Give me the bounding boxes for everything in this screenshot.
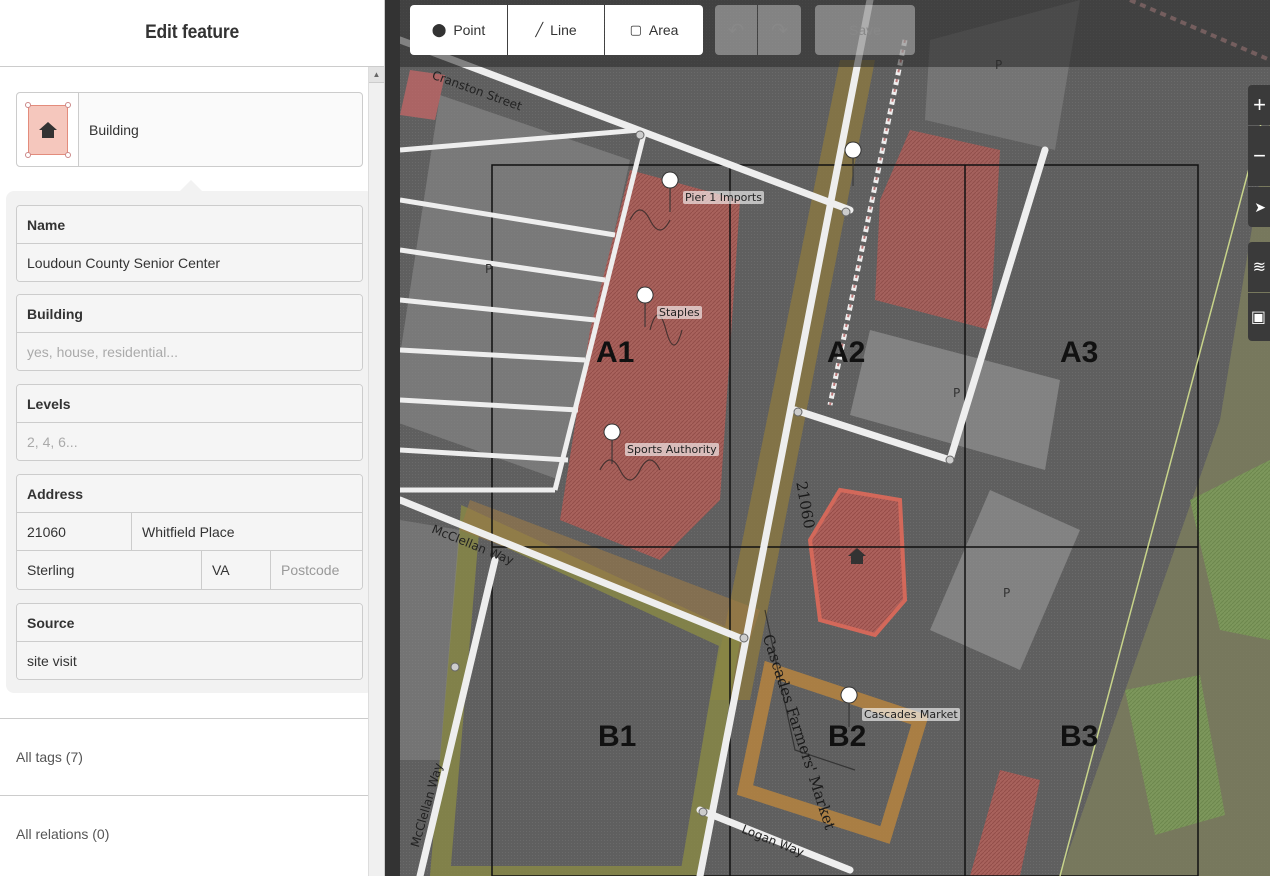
source-label: Source	[17, 604, 362, 642]
name-field: Name Loudoun County Senior Center	[16, 205, 363, 282]
house-icon	[38, 121, 57, 138]
fields-panel: Name Loudoun County Senior Center Buildi…	[6, 191, 374, 693]
poi-label[interactable]: Sports Authority	[625, 443, 719, 456]
preset-label: Building	[89, 121, 139, 138]
housenumber-input[interactable]: 21060	[17, 513, 132, 550]
grid-label-b1: B1	[598, 720, 637, 753]
levels-input[interactable]: 2, 4, 6...	[17, 423, 362, 460]
building-input[interactable]: yes, house, residential...	[17, 333, 362, 370]
parking-icon: P	[953, 386, 961, 400]
point-icon: ⬤	[431, 22, 447, 37]
page-title: Edit feature	[145, 22, 239, 43]
top-toolbar: ⬤ Point ╱ Line ▢ Area ↶ ↷ Save	[400, 0, 1270, 67]
grid-label-a1: A1	[596, 336, 635, 369]
levels-field: Levels 2, 4, 6...	[16, 384, 363, 461]
grid-label-b3: B3	[1060, 720, 1099, 753]
all-tags-toggle[interactable]: All tags (7)	[0, 718, 384, 795]
area-icon: ▢	[629, 22, 642, 37]
fields-caret	[180, 180, 202, 191]
map-canvas[interactable]: A1 A2 A3 B1 B2 B3 Pier 1 Imports Staples…	[400, 0, 1270, 876]
area-label: Area	[648, 22, 679, 38]
save-label: Save	[849, 22, 881, 38]
add-point-button[interactable]: ⬤ Point	[410, 5, 507, 55]
building-area-icon	[24, 101, 71, 158]
building-label: Building	[17, 295, 362, 333]
add-area-button[interactable]: ▢ Area	[605, 5, 703, 55]
preset-icon-box	[17, 93, 79, 166]
sidebar-scrollbar[interactable]: ▲	[368, 67, 384, 876]
line-label: Line	[550, 22, 577, 38]
sidebar-header: Edit feature	[0, 0, 384, 67]
grid-label-a2: A2	[827, 336, 866, 369]
parking-icon: P	[485, 262, 493, 276]
preset-button[interactable]: Building	[16, 92, 363, 167]
redo-button[interactable]: ↷	[758, 5, 801, 55]
undo-button[interactable]: ↶	[715, 5, 757, 55]
zoom-in-button[interactable]: +	[1248, 85, 1270, 125]
undo-icon: ↶	[727, 19, 745, 42]
poi-label[interactable]: Cascades Market	[862, 708, 960, 721]
line-icon: ╱	[535, 22, 544, 37]
map-data-button[interactable]: ▣	[1248, 293, 1270, 341]
scroll-up-icon[interactable]: ▲	[369, 67, 384, 83]
add-line-button[interactable]: ╱ Line	[508, 5, 604, 55]
grid-label-b2: B2	[828, 720, 867, 753]
geolocate-button[interactable]: ➤	[1248, 187, 1270, 227]
address-field: Address 21060 Whitfield Place Sterling V…	[16, 474, 363, 590]
zoom-out-button[interactable]: −	[1248, 126, 1270, 186]
grid-label-a3: A3	[1060, 336, 1099, 369]
poi-label[interactable]: Pier 1 Imports	[683, 191, 764, 204]
all-relations-toggle[interactable]: All relations (0)	[0, 795, 384, 872]
levels-label: Levels	[17, 385, 362, 423]
address-label: Address	[17, 475, 362, 513]
city-input[interactable]: Sterling	[17, 551, 202, 589]
point-label: Point	[453, 22, 486, 38]
source-field: Source site visit	[16, 603, 363, 680]
source-input[interactable]: site visit	[17, 642, 362, 679]
layers-button[interactable]: ≋	[1248, 242, 1270, 292]
building-field: Building yes, house, residential...	[16, 294, 363, 371]
postcode-input[interactable]: Postcode	[271, 551, 362, 589]
name-label: Name	[17, 206, 362, 244]
state-input[interactable]: VA	[202, 551, 271, 589]
redo-icon: ↷	[771, 19, 788, 42]
poi-label[interactable]: Staples	[657, 306, 702, 319]
name-input[interactable]: Loudoun County Senior Center	[17, 244, 362, 281]
street-input[interactable]: Whitfield Place	[132, 513, 362, 550]
sidebar: Edit feature Building Name Loudoun Count…	[0, 0, 385, 876]
map-edge	[385, 0, 400, 876]
save-button[interactable]: Save	[815, 5, 915, 55]
parking-icon: P	[1003, 586, 1011, 600]
